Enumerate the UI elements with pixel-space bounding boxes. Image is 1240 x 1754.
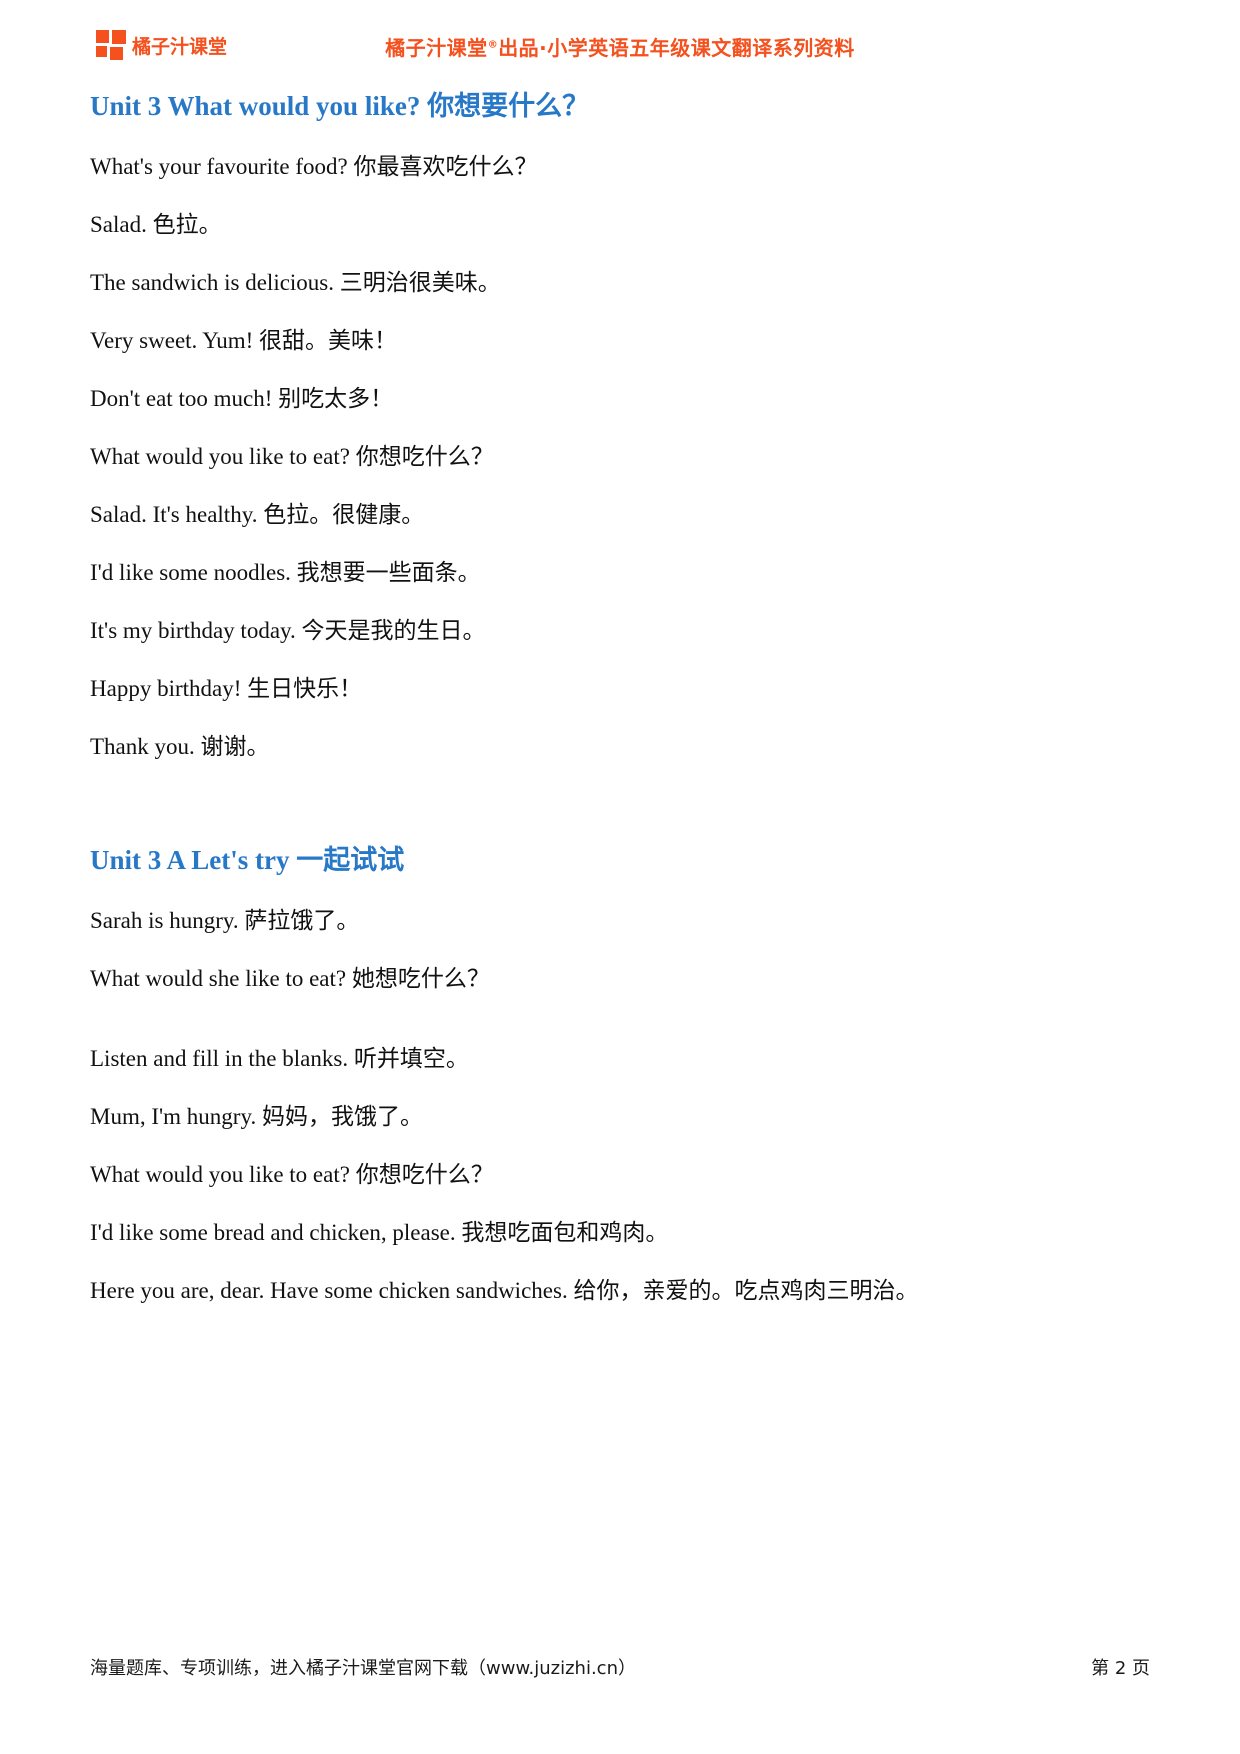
text-line: It's my birthday today. 今天是我的生日。	[90, 618, 486, 643]
page-footer: 海量题库、专项训练，进入橘子汁课堂官网下载（www.juzizhi.cn） 第 …	[90, 1654, 1150, 1680]
text-line: I'd like some bread and chicken, please.…	[90, 1220, 669, 1245]
text-line: Mum, I'm hungry. 妈妈，我饿了。	[90, 1104, 423, 1129]
text-line: Sarah is hungry. 萨拉饿了。	[90, 908, 360, 933]
document-page: 橘子汁课堂 橘子汁课堂®出品·小学英语五年级课文翻译系列资料 Unit 3 Wh…	[0, 0, 1240, 1754]
header-title-suffix: 出品·小学英语五年级课文翻译系列资料	[498, 36, 855, 60]
page-number: 第 2 页	[1091, 1658, 1150, 1679]
text-line: Don't eat too much! 别吃太多！	[90, 386, 394, 411]
text-line: Salad. It's healthy. 色拉。很健康。	[90, 502, 425, 527]
text-line: What's your favourite food? 你最喜欢吃什么？	[90, 154, 538, 179]
text-line: The sandwich is delicious. 三明治很美味。	[90, 270, 501, 295]
text-line: What would you like to eat? 你想吃什么？	[90, 444, 494, 469]
registered-mark-icon: ®	[487, 39, 499, 51]
section-heading-unit3-a-lets-try: Unit 3 A Let's try 一起试试	[90, 845, 405, 875]
text-line: Very sweet. Yum! 很甜。美味！	[90, 328, 398, 353]
document-content: Unit 3 What would you like? 你想要什么？ What'…	[90, 86, 1150, 1306]
text-line: What would you like to eat? 你想吃什么？	[90, 1162, 494, 1187]
text-line: Here you are, dear. Have some chicken sa…	[90, 1278, 919, 1303]
text-line: Salad. 色拉。	[90, 212, 222, 237]
text-line: Thank you. 谢谢。	[90, 734, 270, 759]
page-header: 橘子汁课堂 橘子汁课堂®出品·小学英语五年级课文翻译系列资料	[0, 28, 1240, 72]
header-title-prefix: 橘子汁课堂	[385, 36, 488, 60]
header-title: 橘子汁课堂®出品·小学英语五年级课文翻译系列资料	[0, 32, 1240, 61]
text-line: Happy birthday! 生日快乐！	[90, 676, 363, 701]
section-heading-unit3: Unit 3 What would you like? 你想要什么？	[90, 91, 590, 121]
text-line: Listen and fill in the blanks. 听并填空。	[90, 1046, 469, 1071]
text-line: What would she like to eat? 她想吃什么？	[90, 966, 490, 991]
footer-note: 海量题库、专项训练，进入橘子汁课堂官网下载（www.juzizhi.cn）	[90, 1658, 636, 1679]
text-line: I'd like some noodles. 我想要一些面条。	[90, 560, 481, 585]
